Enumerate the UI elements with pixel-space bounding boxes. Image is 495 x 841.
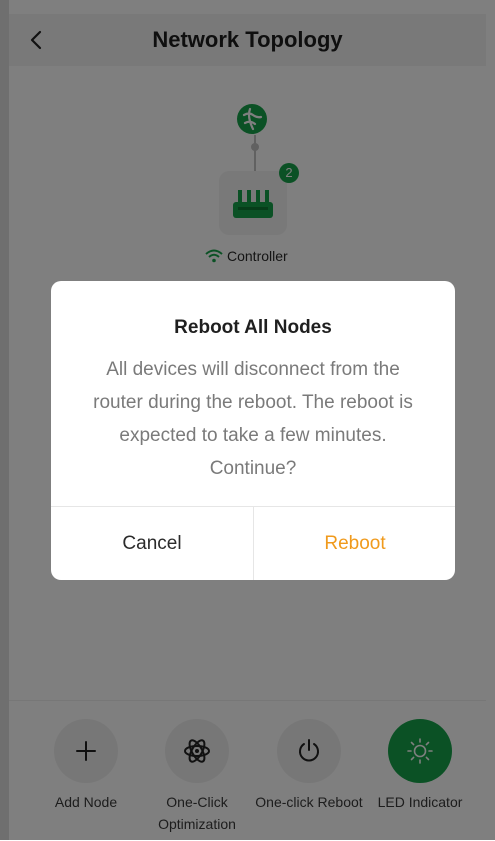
overlay-edge — [0, 0, 9, 840]
cancel-button[interactable]: Cancel — [51, 507, 253, 580]
dialog-message: All devices will disconnect from the rou… — [93, 359, 413, 479]
dialog-title: Reboot All Nodes — [174, 317, 332, 338]
reboot-confirm-button[interactable]: Reboot — [254, 507, 455, 580]
reboot-dialog: Reboot All Nodes All devices will discon… — [51, 281, 455, 580]
